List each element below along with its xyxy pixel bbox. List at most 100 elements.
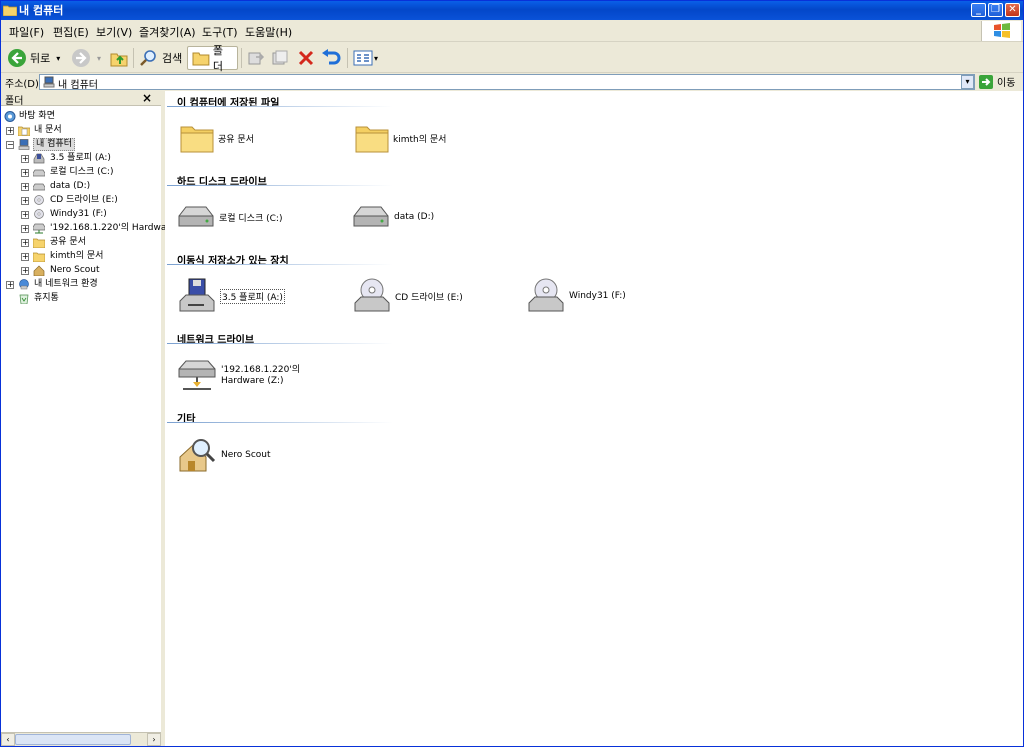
item-local-disk-c[interactable]: 로컬 디스크 (C:) (177, 204, 282, 230)
window-title: 내 컴퓨터 (19, 4, 64, 17)
menu-view[interactable]: 보기(V) (96, 24, 132, 40)
item-shared-documents[interactable]: 공유 문서 (180, 123, 254, 153)
address-value: 내 컴퓨터 (58, 80, 98, 91)
expand-icon[interactable]: + (21, 239, 29, 247)
go-button[interactable]: 이동 (979, 74, 1015, 89)
expand-icon[interactable]: + (6, 127, 14, 135)
views-button[interactable]: ▾ (353, 46, 378, 70)
horizontal-scrollbar[interactable]: ‹ › (1, 732, 161, 746)
forward-arrow-icon (72, 49, 90, 67)
address-label: 주소(D) (5, 79, 39, 90)
folder-pane-close-button[interactable]: × (142, 91, 152, 105)
views-dropdown-icon[interactable]: ▾ (374, 54, 378, 63)
standard-toolbar: 뒤로 ▾ ▾ 검색 폴더 ▾ (1, 43, 1023, 73)
hard-drive-icon (33, 169, 45, 177)
toolbar-separator (133, 48, 134, 68)
minimize-button[interactable]: _ (971, 3, 986, 17)
hard-drive-icon (353, 206, 389, 227)
expand-icon[interactable]: + (6, 281, 14, 289)
expand-icon[interactable]: + (21, 197, 29, 205)
cd-drive-icon (34, 195, 44, 205)
views-icon (353, 50, 373, 66)
expand-icon[interactable]: + (21, 211, 29, 219)
floppy-drive-icon (33, 153, 45, 164)
forward-button[interactable]: ▾ (71, 46, 101, 70)
content-area: 이 컴퓨터에 저장된 파일 공유 문서 kimth의 문서 하드 디스크 드라이… (165, 91, 1023, 746)
close-button[interactable]: ✕ (1005, 3, 1020, 17)
folder-up-icon (110, 53, 128, 67)
folders-button[interactable]: 폴더 (187, 44, 238, 73)
address-bar: 주소(D) 내 컴퓨터 ▾ 이동 (1, 73, 1023, 91)
undo-button[interactable] (321, 46, 341, 70)
expand-icon[interactable]: + (21, 183, 29, 191)
my-computer-icon (43, 76, 55, 88)
toolbar-separator (241, 48, 242, 68)
up-button[interactable] (109, 46, 129, 70)
address-dropdown-button[interactable]: ▾ (961, 75, 974, 89)
folder-pane-title: 폴더 (5, 96, 24, 107)
back-dropdown-icon[interactable]: ▾ (56, 54, 60, 63)
folder-icon (3, 5, 17, 16)
windows-flag-icon (994, 23, 1010, 38)
expand-icon[interactable]: + (21, 169, 29, 177)
cd-drive-icon (354, 278, 390, 312)
folder-pane: 폴더 × 바탕 화면 + 내 문서 − 내 컴퓨터 + 3.5 플로피 (A:)… (1, 91, 175, 746)
cd-drive-icon (528, 278, 564, 312)
network-drive-icon (33, 223, 45, 234)
back-button[interactable]: 뒤로 ▾ (7, 46, 60, 70)
item-windy31-f[interactable]: Windy31 (F:) (527, 277, 626, 315)
cd-drive-icon (34, 209, 44, 219)
item-nero-scout[interactable]: Nero Scout (177, 435, 271, 475)
collapse-icon[interactable]: − (6, 141, 14, 149)
scroll-left-button[interactable]: ‹ (1, 733, 15, 746)
menu-file[interactable]: 파일(F) (9, 24, 44, 40)
delete-button[interactable] (297, 46, 315, 70)
menu-help[interactable]: 도움말(H) (245, 24, 292, 40)
nero-scout-icon (179, 439, 216, 472)
title-bar[interactable]: 내 컴퓨터 _ ❐ ✕ (1, 1, 1023, 20)
forward-dropdown-icon[interactable]: ▾ (97, 54, 101, 63)
scroll-thumb[interactable] (15, 734, 131, 745)
folders-icon (192, 52, 210, 66)
copy-to-button[interactable] (271, 46, 289, 70)
search-button[interactable]: 검색 (139, 46, 182, 70)
menu-favorites[interactable]: 즐겨찾기(A) (139, 24, 196, 40)
item-floppy-a[interactable]: 3.5 플로피 (A:) (178, 277, 285, 315)
documents-folder-icon (18, 126, 30, 136)
group-divider (167, 185, 393, 186)
desktop-icon (4, 111, 16, 122)
menu-bar: 파일(F) 편집(E) 보기(V) 즐겨찾기(A) 도구(T) 도움말(H) (1, 20, 1023, 42)
toolbar-separator (347, 48, 348, 68)
recycle-bin-icon (19, 294, 29, 304)
delete-x-icon (298, 50, 314, 66)
expand-icon[interactable]: + (21, 225, 29, 233)
scroll-right-button[interactable]: › (147, 733, 161, 746)
expand-icon[interactable]: + (21, 155, 29, 163)
folder-icon (33, 238, 45, 248)
search-icon (140, 50, 156, 66)
address-field[interactable]: 내 컴퓨터 (39, 74, 975, 91)
undo-icon (322, 49, 341, 65)
folder-pane-header: 폴더 × (1, 91, 161, 107)
expand-icon[interactable]: + (21, 267, 29, 275)
group-divider (167, 422, 393, 423)
item-network-drive-z[interactable]: '192.168.1.220'의 Hardware (Z:) (177, 359, 341, 393)
item-cd-e[interactable]: CD 드라이브 (E:) (353, 277, 463, 315)
floppy-drive-icon (179, 278, 215, 312)
menu-edit[interactable]: 편집(E) (53, 24, 89, 40)
restore-button[interactable]: ❐ (988, 3, 1003, 17)
explorer-window: 내 컴퓨터 _ ❐ ✕ 파일(F) 편집(E) 보기(V) 즐겨찾기(A) 도구… (0, 0, 1024, 747)
expand-icon[interactable]: + (21, 253, 29, 261)
hard-drive-icon (178, 206, 214, 227)
folder-icon (355, 126, 389, 153)
menu-tools[interactable]: 도구(T) (202, 24, 238, 40)
move-to-button[interactable] (247, 46, 265, 70)
group-divider (167, 264, 393, 265)
hard-drive-icon (33, 183, 45, 191)
item-data-d[interactable]: data (D:) (352, 204, 434, 230)
group-divider (167, 343, 393, 344)
network-places-icon (19, 279, 29, 290)
item-kimth-documents[interactable]: kimth의 문서 (355, 123, 446, 153)
go-arrow-icon (979, 74, 993, 89)
folder-icon (180, 126, 214, 153)
